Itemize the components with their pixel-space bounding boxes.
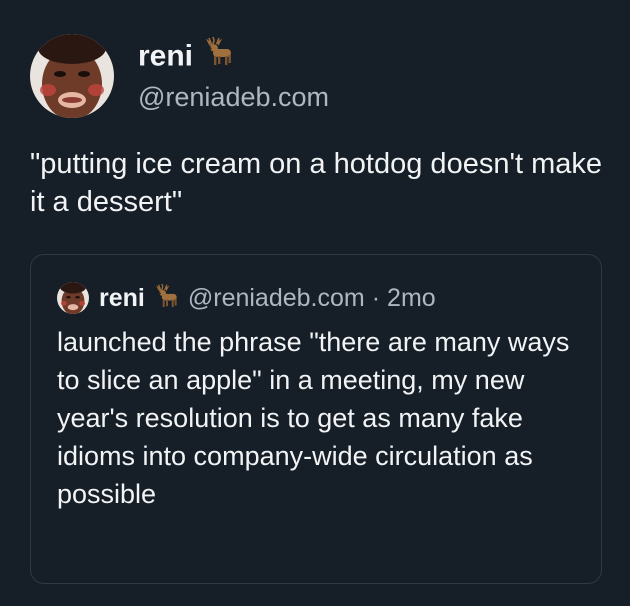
quoted-post[interactable]: reni @reniadeb.com · 2mo launched the ph… [30,254,602,584]
author-handle[interactable]: @reniadeb.com [138,81,329,113]
quoted-post-timestamp[interactable]: 2mo [387,284,436,313]
quoted-author-handle[interactable]: @reniadeb.com [188,284,365,313]
deer-icon [201,36,235,75]
quoted-post-text: launched the phrase "there are many ways… [57,327,570,509]
quoted-author-avatar[interactable] [57,282,89,314]
author-name-text[interactable]: reni [138,39,193,72]
post-text: "putting ice cream on a hotdog doesn't m… [30,148,603,218]
meta-separator: · [371,283,381,312]
post-card: reni @reniadeb.com "putting ice cream on… [0,0,630,606]
author-avatar[interactable] [30,34,114,118]
quoted-avatar-photo [57,282,89,314]
deer-icon [152,283,180,313]
quoted-author-name[interactable]: reni [99,284,145,313]
avatar-photo [30,34,114,118]
author-name[interactable]: reni [138,36,235,77]
quoted-post-meta: reni @reniadeb.com · 2mo [57,281,436,315]
